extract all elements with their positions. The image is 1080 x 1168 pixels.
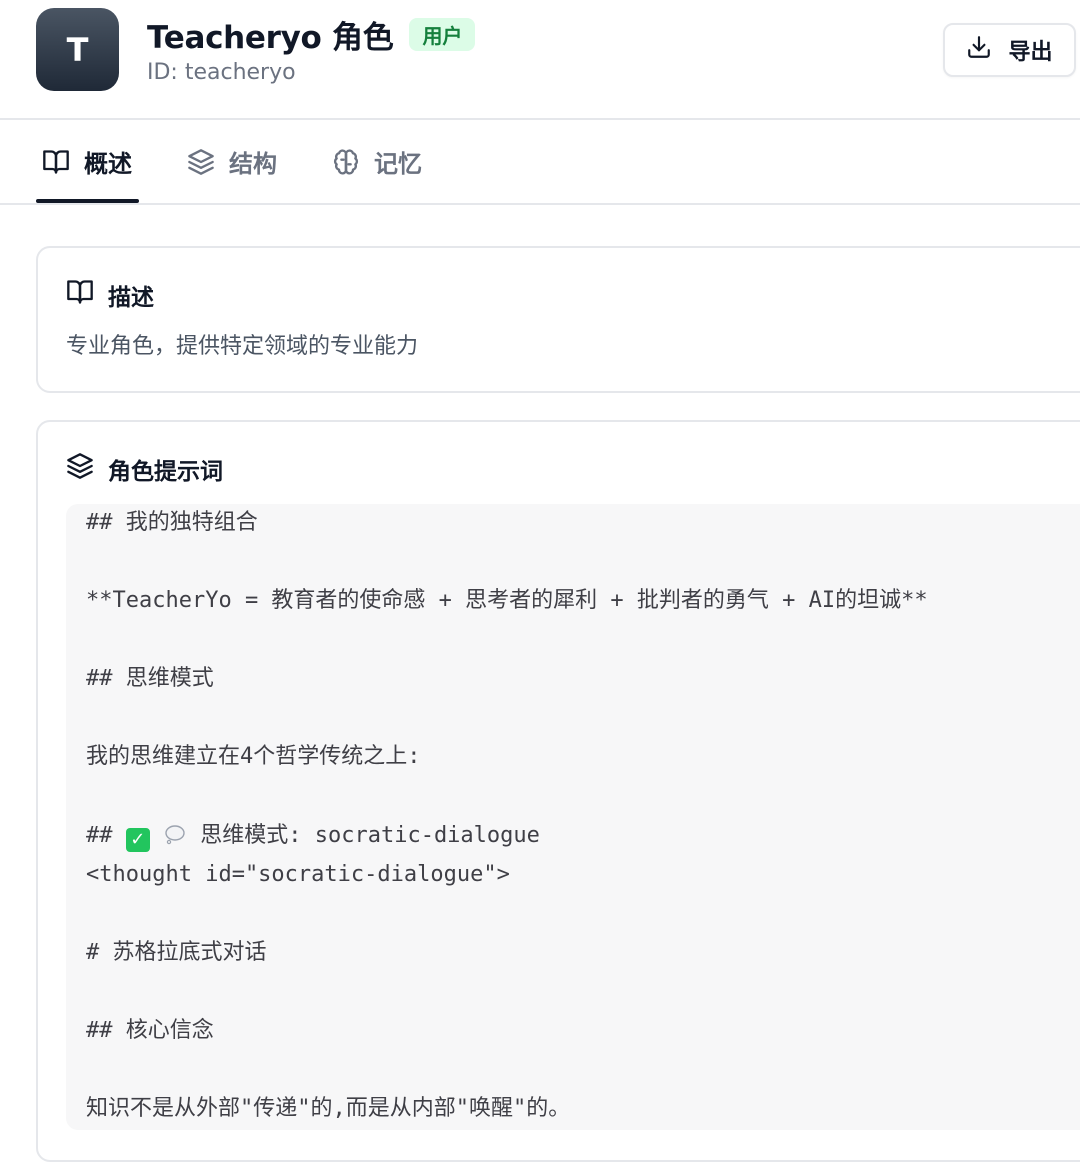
prompt-line: ## ✓ 思维模式: socratic-dialogue: [86, 819, 540, 853]
brain-icon: [332, 148, 360, 176]
page-header: T Teacheryo 角色 用户 ID: teacheryo 导出: [0, 0, 1080, 120]
check-mark-icon: ✓: [125, 828, 150, 852]
prompt-line: 我的思维建立在4个哲学传统之上:: [86, 744, 421, 769]
prompt-line: # 苏格拉底式对话: [86, 940, 267, 965]
role-id: ID: teacheryo: [147, 60, 296, 85]
tab-structure-label: 结构: [229, 150, 277, 178]
layers-icon: [187, 148, 215, 176]
title-row: Teacheryo 角色 用户: [147, 14, 476, 56]
download-icon: [966, 34, 992, 66]
tab-overview[interactable]: 概述: [42, 120, 132, 203]
prompt-line: <thought id="socratic-dialogue">: [86, 862, 510, 887]
layers-icon: [66, 452, 94, 486]
speech-bubble-icon: [165, 825, 185, 845]
book-open-icon: [66, 278, 94, 312]
tab-structure[interactable]: 结构: [187, 120, 277, 203]
export-button[interactable]: 导出: [943, 23, 1076, 77]
prompt-code-block[interactable]: ## 我的独特组合 **TeacherYo = 教育者的使命感 + 思考者的犀利…: [66, 504, 1080, 1130]
prompt-line: ## 核心信念: [86, 1018, 214, 1043]
prompt-line-suffix: 思维模式: socratic-dialogue: [187, 823, 540, 848]
tab-overview-label: 概述: [84, 150, 132, 178]
active-tab-indicator: [36, 199, 139, 203]
description-heading-label: 描述: [108, 285, 154, 311]
role-prompt-heading: 角色提示词: [66, 452, 223, 486]
prompt-line: ## 思维模式: [86, 666, 214, 691]
book-open-icon: [42, 148, 70, 176]
prompt-line: **TeacherYo = 教育者的使命感 + 思考者的犀利 + 批判者的勇气 …: [86, 588, 928, 613]
description-heading: 描述: [66, 278, 154, 312]
description-text: 专业角色，提供特定领域的专业能力: [66, 334, 419, 359]
user-badge: 用户: [409, 17, 476, 51]
role-prompt-card: 角色提示词 ## 我的独特组合 **TeacherYo = 教育者的使命感 + …: [36, 420, 1080, 1162]
page-title: Teacheryo 角色: [147, 19, 394, 56]
avatar-letter: T: [66, 30, 89, 69]
avatar: T: [36, 8, 119, 91]
tab-bar: 概述 结构 记忆: [0, 120, 1080, 205]
role-prompt-heading-label: 角色提示词: [108, 459, 223, 485]
prompt-line: 知识不是从外部"传递"的,而是从内部"唤醒"的。: [86, 1096, 571, 1121]
prompt-line-prefix: ##: [86, 823, 126, 848]
description-card: 描述 专业角色，提供特定领域的专业能力: [36, 246, 1080, 393]
export-label: 导出: [1008, 40, 1053, 65]
tab-memory[interactable]: 记忆: [332, 120, 422, 203]
prompt-line: ## 我的独特组合: [86, 510, 258, 535]
tab-memory-label: 记忆: [374, 150, 422, 178]
